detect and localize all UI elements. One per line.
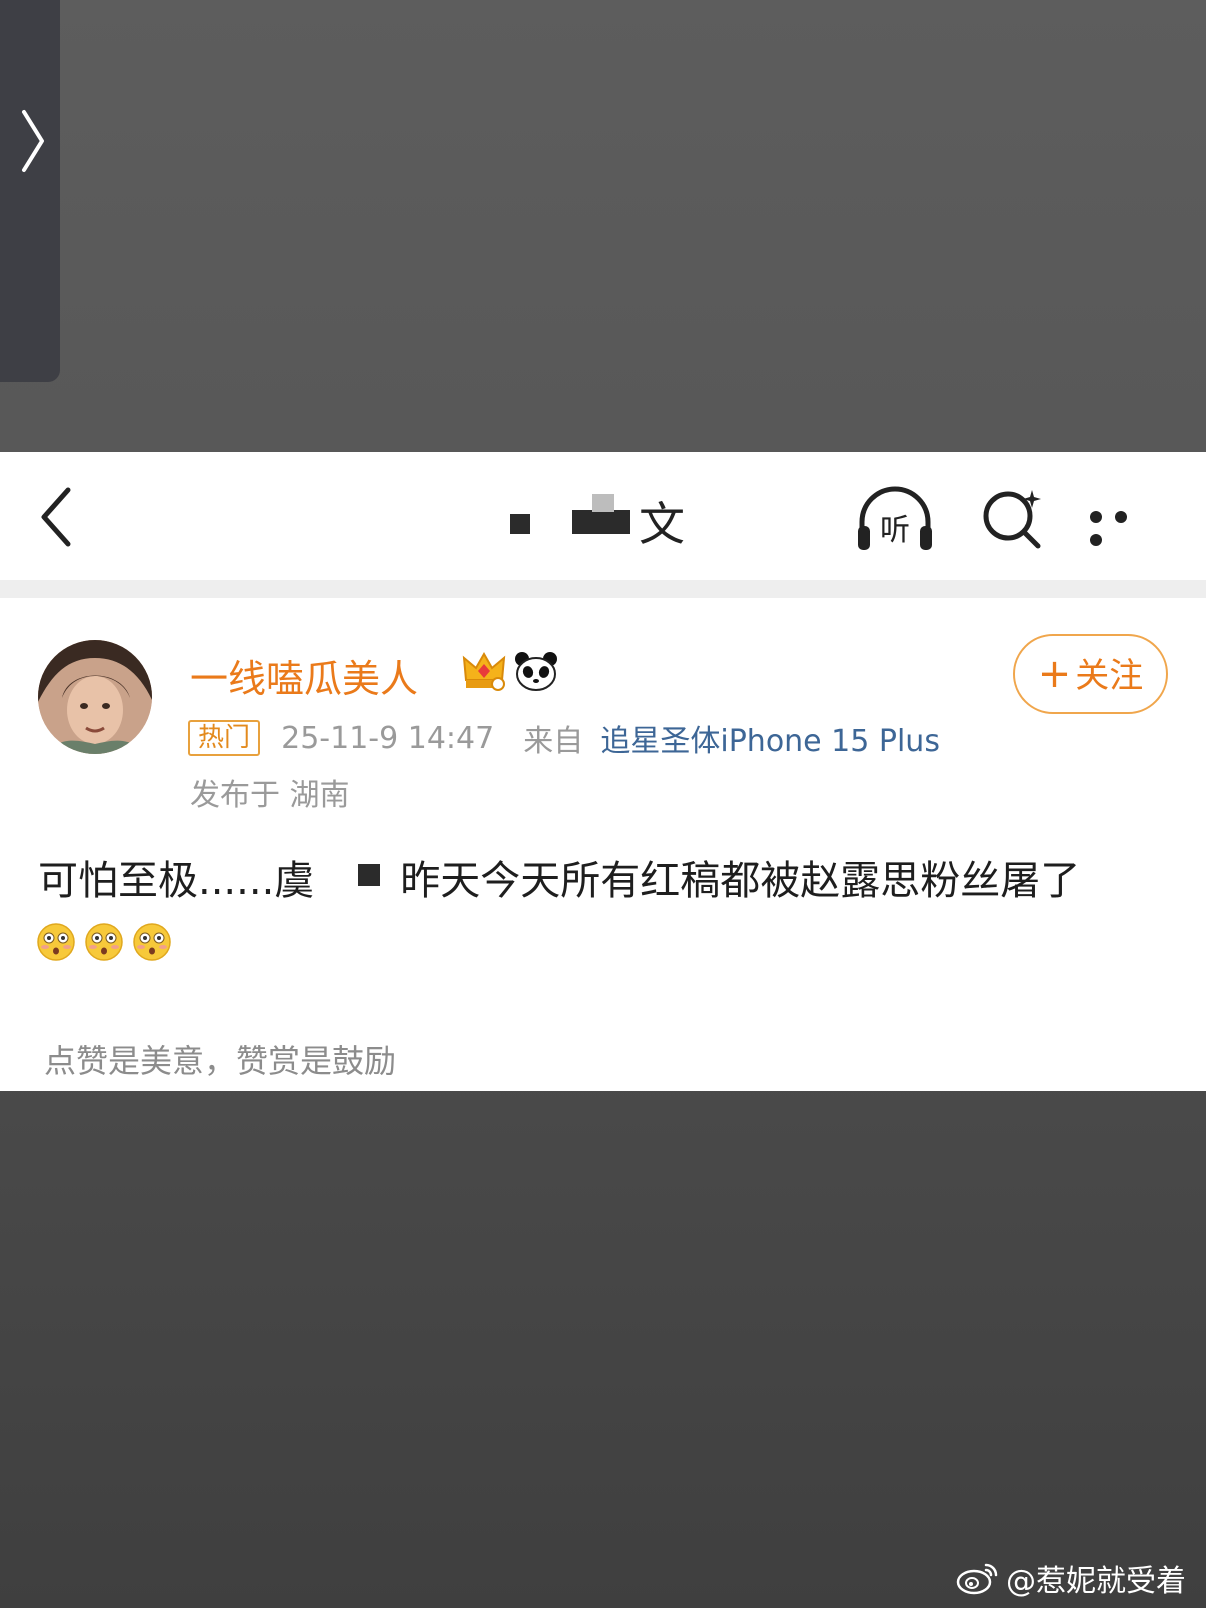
top-nav-bar: 文 听 bbox=[0, 452, 1206, 580]
username[interactable]: 一线嗑瓜美人 bbox=[190, 648, 418, 703]
listen-icon[interactable]: 听 bbox=[854, 482, 936, 558]
watermark: @惹妮就受着 bbox=[956, 1556, 1186, 1600]
redaction-block bbox=[592, 494, 614, 512]
avatar[interactable] bbox=[38, 640, 152, 754]
chevron-right-icon bbox=[22, 110, 44, 172]
ai-search-icon[interactable] bbox=[980, 486, 1046, 552]
post-text: 可怕至极......虞 昨天今天所有红稿都被赵露思粉丝屠了 bbox=[38, 858, 1081, 904]
redaction-block bbox=[572, 510, 630, 534]
side-tab[interactable] bbox=[0, 0, 60, 382]
more-icon[interactable] bbox=[1090, 504, 1162, 546]
weibo-logo-icon bbox=[956, 1563, 998, 1595]
reward-note: 点赞是美意，赞赏是鼓励 bbox=[44, 1042, 397, 1080]
post-location: 发布于 湖南 bbox=[190, 778, 350, 813]
redaction-block bbox=[510, 514, 530, 534]
post-time: 25-11-9 14:47 bbox=[281, 720, 495, 756]
hot-badge: 热门 bbox=[188, 720, 261, 756]
plus-icon: + bbox=[1037, 651, 1072, 697]
device-link[interactable]: 追星圣体iPhone 15 Plus bbox=[600, 724, 940, 759]
flushed-emoji-icon bbox=[37, 923, 75, 961]
flushed-emoji-icon bbox=[85, 923, 123, 961]
crown-icon bbox=[462, 651, 506, 691]
post-card: 一线嗑瓜美人 + 关注 热门 25-11-9 14:47 来自 追星圣体iPhon… bbox=[0, 598, 1206, 1091]
panda-icon bbox=[515, 652, 557, 691]
emoji-row bbox=[36, 922, 175, 966]
redaction-block bbox=[358, 864, 380, 886]
from-label: 来自 bbox=[523, 724, 584, 759]
svg-text:听: 听 bbox=[880, 513, 910, 548]
flushed-emoji-icon bbox=[133, 923, 171, 961]
follow-button[interactable]: + 关注 bbox=[1013, 634, 1168, 714]
divider bbox=[0, 580, 1206, 598]
post-meta: 热门 25-11-9 14:47 来自 追星圣体iPhone 15 Plus bbox=[188, 716, 940, 759]
